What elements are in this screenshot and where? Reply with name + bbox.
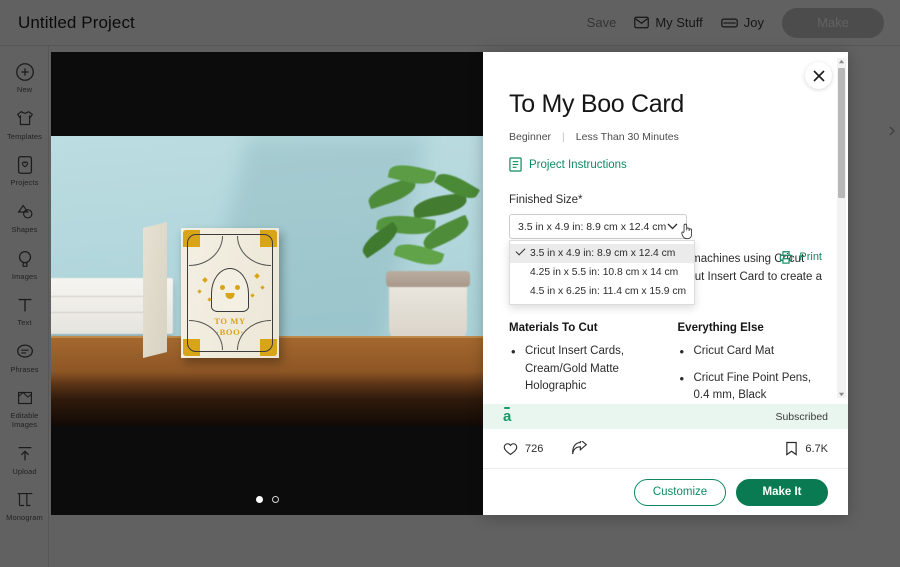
dropdown-option-label: 4.5 in x 6.25 in: 11.4 cm x 15.9 cm [530,286,687,297]
finished-size-dropdown[interactable]: 3.5 in x 4.9 in: 8.9 cm x 12.4 cm 4.25 i… [509,240,695,305]
dropdown-option[interactable]: 4.5 in x 6.25 in: 11.4 cm x 15.9 cm [510,282,694,301]
carousel-dot[interactable] [271,496,279,503]
card-text: TO MY ·BOO· [181,316,279,337]
chevron-down-icon [667,223,678,230]
heart-icon [503,442,518,455]
photo-plant-pot [386,271,470,344]
photo-greeting-card: TO MY ·BOO· [181,228,279,358]
scroll-down-arrow-icon[interactable] [838,391,845,398]
finished-size-select[interactable]: 3.5 in x 4.9 in: 8.9 cm x 12.4 cm [509,214,687,239]
photo-card-back-panel [143,222,167,358]
materials-to-cut-heading: Materials To Cut [509,322,598,335]
project-preview-carousel[interactable]: TO MY ·BOO· [51,52,483,515]
checkmark-icon [515,245,526,256]
difficulty-label: Beginner [509,131,552,143]
finished-size-value: 3.5 in x 4.9 in: 8.9 cm x 12.4 cm [518,220,667,233]
carousel-dots [51,496,483,503]
make-it-button[interactable]: Make It [736,478,828,506]
modal-actions-bar: Customize Make It [483,469,848,515]
project-detail-modal: To My Boo Card Beginner | Less Than 30 M… [483,52,848,515]
meta-separator: | [562,131,565,143]
share-button[interactable] [571,441,588,456]
print-link[interactable]: Print [779,250,822,264]
everything-else-list: Cricut Card Mat Cricut Fine Point Pens, … [678,342,823,404]
share-arrow-icon [572,441,588,455]
dropdown-option[interactable]: 4.25 in x 5.5 in: 10.8 cm x 14 cm [510,263,694,282]
scrollbar-thumb[interactable] [838,68,845,198]
ghost-illustration [211,268,249,312]
print-label: Print [799,251,822,263]
project-stats-bar: 726 6.7K [483,429,848,469]
list-item: Cricut Fine Point Pens, 0.4 mm, Black [678,369,823,404]
modal-scroll-region: To My Boo Card Beginner | Less Than 30 M… [483,52,848,404]
project-photo: TO MY ·BOO· [51,136,483,426]
subscription-status: Subscribed [775,410,828,423]
close-button[interactable] [805,62,832,89]
dropdown-option-selected[interactable]: 3.5 in x 4.9 in: 8.9 cm x 12.4 cm [510,244,694,263]
modal-scrollbar[interactable] [837,58,846,398]
card-text-line-1: TO MY [214,316,246,326]
materials-to-cut-list: Cricut Insert Cards, Cream/Gold Matte Ho… [509,342,654,395]
project-instructions-label: Project Instructions [529,158,627,171]
dropdown-option-label: 3.5 in x 4.9 in: 8.9 cm x 12.4 cm [530,248,676,259]
duration-label: Less Than 30 Minutes [575,131,679,143]
finished-size-label: Finished Size* [509,194,583,206]
list-item: Cricut Card Mat [678,342,823,362]
materials-columns: Materials To Cut Cricut Insert Cards, Cr… [509,322,822,404]
ghost-eye [220,285,225,290]
ghost-body [211,268,249,312]
bookmarks-count: 6.7K [805,442,828,455]
scroll-up-arrow-icon[interactable] [838,58,845,65]
bookmark-button[interactable]: 6.7K [785,441,828,456]
carousel-dot-active[interactable] [255,496,263,503]
project-instructions-link[interactable]: Project Instructions [509,157,822,172]
pointer-hand-cursor-icon [681,223,693,240]
ghost-eye [235,285,240,290]
bookmark-icon [786,441,798,456]
printer-icon [780,251,793,264]
document-icon [509,157,522,172]
finished-size-select-wrap: 3.5 in x 4.9 in: 8.9 cm x 12.4 cm 3.5 in… [509,214,822,305]
card-text-line-2: ·BOO· [216,326,244,337]
cricut-access-bar: a Subscribed [483,404,848,429]
project-title-heading: To My Boo Card [509,90,685,118]
everything-else-heading: Everything Else [677,322,764,335]
customize-button[interactable]: Customize [634,478,726,506]
dropdown-option-label: 4.25 in x 5.5 in: 10.8 cm x 14 cm [530,267,679,278]
project-meta: Beginner | Less Than 30 Minutes [509,131,822,143]
cricut-access-logo: a [503,407,512,425]
likes-count: 726 [525,442,544,455]
materials-to-cut-column: Materials To Cut Cricut Insert Cards, Cr… [509,322,654,404]
close-icon [812,69,825,82]
everything-else-column: Everything Else Cricut Card Mat Cricut F… [678,322,823,404]
like-button[interactable]: 726 [503,442,543,456]
list-item: Cricut Insert Cards, Cream/Gold Matte Ho… [509,342,654,395]
